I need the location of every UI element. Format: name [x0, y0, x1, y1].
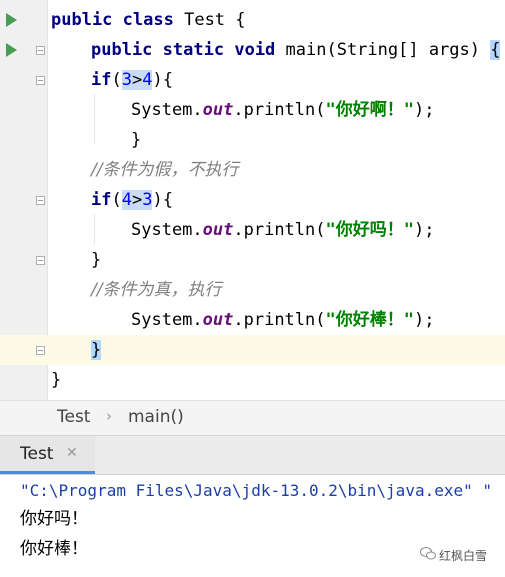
code-comment: //条件为假，不执行: [91, 160, 239, 180]
matched-brace: }: [91, 340, 102, 360]
code-line[interactable]: if(3>4){: [0, 65, 505, 95]
chevron-right-icon: ›: [106, 407, 112, 425]
code-line[interactable]: //条件为真，执行: [0, 275, 505, 305]
close-icon[interactable]: ✕: [66, 445, 78, 461]
code-text: public class Test {: [51, 10, 246, 30]
breadcrumb-item-method[interactable]: main(): [128, 407, 184, 427]
code-text: }: [51, 370, 62, 390]
tab-label: Test: [20, 444, 54, 464]
console-line: 你好吗！: [20, 509, 88, 529]
code-text: }: [131, 130, 142, 150]
breadcrumb: Test › main(): [0, 400, 505, 436]
code-text: System.out.println("你好棒！");: [131, 310, 435, 330]
code-text: System.out.println("你好吗！");: [131, 220, 435, 240]
code-line[interactable]: //条件为假，不执行: [0, 155, 505, 185]
fold-icon[interactable]: [36, 46, 45, 55]
console-line: "C:\Program Files\Java\jdk-13.0.2\bin\ja…: [20, 481, 493, 500]
fold-icon[interactable]: [36, 196, 45, 205]
run-gutter-icon[interactable]: [6, 43, 17, 57]
run-gutter-icon[interactable]: [6, 13, 17, 27]
code-text: public static void main(String[] args) {: [91, 40, 501, 60]
breadcrumb-item-class[interactable]: Test: [57, 407, 90, 427]
code-line[interactable]: System.out.println("你好啊！");: [0, 95, 505, 125]
run-tab-bar: Test ✕: [0, 436, 505, 475]
fold-end-icon[interactable]: [36, 256, 45, 265]
code-line[interactable]: if(4>3){: [0, 185, 505, 215]
code-line[interactable]: System.out.println("你好棒！");: [0, 305, 505, 335]
code-line[interactable]: }: [0, 125, 505, 155]
code-line[interactable]: }: [0, 365, 505, 395]
code-comment: //条件为真，执行: [91, 280, 222, 300]
code-line[interactable]: }: [0, 245, 505, 275]
code-line[interactable]: System.out.println("你好吗！");: [0, 215, 505, 245]
fold-icon[interactable]: [36, 76, 45, 85]
watermark-text: 红枫白雪: [439, 549, 488, 563]
code-text: if(4>3){: [91, 190, 173, 210]
code-line-current[interactable]: }: [0, 335, 505, 365]
code-editor[interactable]: public class Test { public static void m…: [0, 0, 505, 400]
wechat-icon: [420, 547, 436, 560]
code-text: System.out.println("你好啊！");: [131, 100, 435, 120]
matched-brace: {: [490, 40, 501, 60]
console-line: 你好棒！: [20, 539, 88, 559]
fold-end-icon[interactable]: [36, 346, 45, 355]
code-line[interactable]: public static void main(String[] args) {: [0, 35, 505, 65]
watermark: 红枫白雪: [420, 544, 502, 566]
tab-run-test[interactable]: Test ✕: [0, 436, 95, 474]
code-text: if(3>4){: [91, 70, 173, 90]
code-line[interactable]: public class Test {: [0, 5, 505, 35]
code-text: }: [91, 335, 102, 365]
code-text: }: [91, 250, 102, 270]
